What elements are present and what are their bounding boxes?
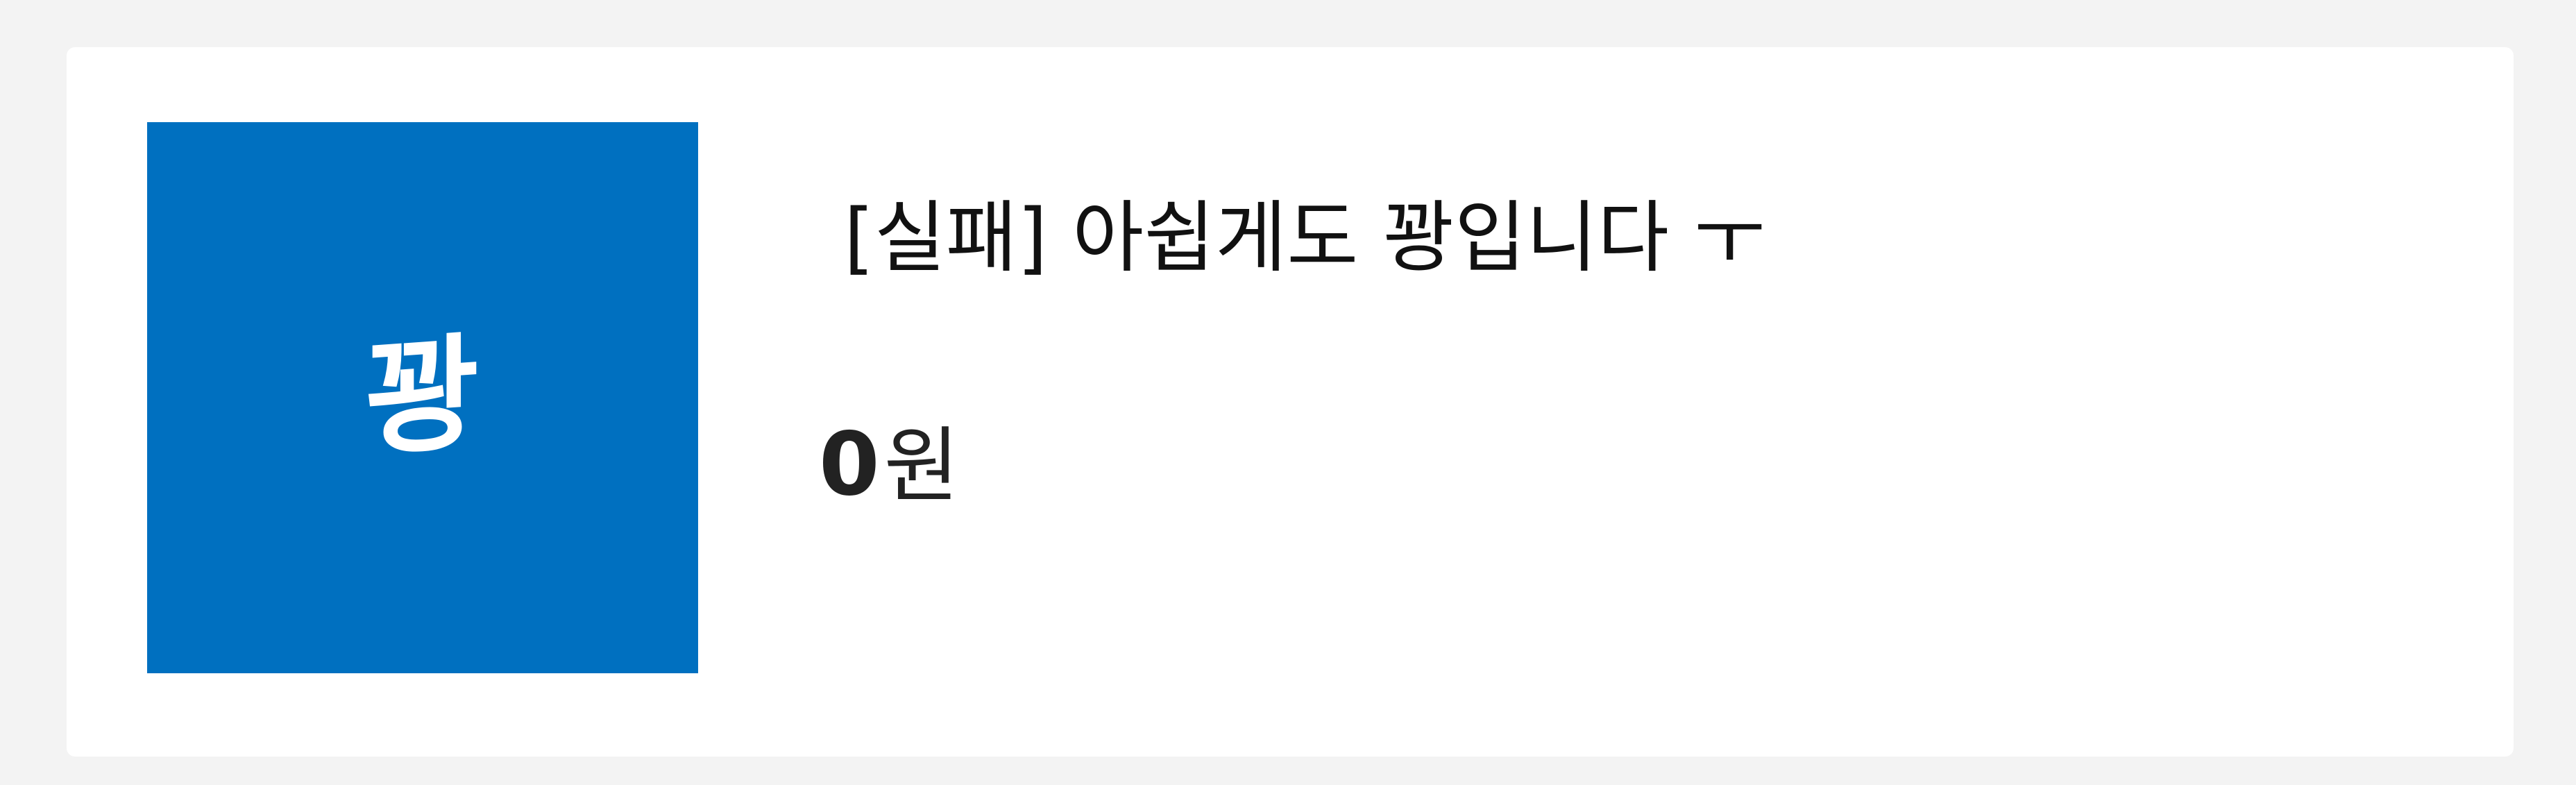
result-title: [실패] 아쉽게도 꽝입니다 ㅜ <box>844 193 1765 283</box>
result-card: 꽝 [실패] 아쉽게도 꽝입니다 ㅜ 0 원 <box>67 47 2514 757</box>
price-display: 0 원 <box>819 421 959 508</box>
result-thumbnail: 꽝 <box>147 122 698 673</box>
result-content: [실패] 아쉽게도 꽝입니다 ㅜ 0 원 <box>768 129 2458 673</box>
price-amount: 0 <box>819 413 880 515</box>
thumbnail-label: 꽝 <box>365 320 480 475</box>
price-unit: 원 <box>883 418 960 514</box>
